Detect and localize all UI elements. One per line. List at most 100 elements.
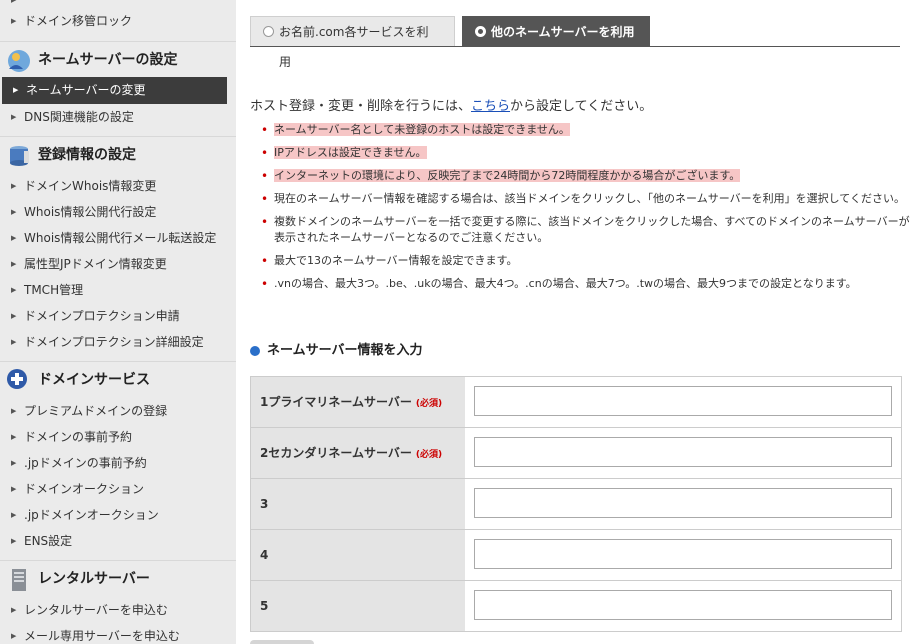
database-icon <box>10 146 29 166</box>
note-text: .vnの場合、最大3つ。.be、.ukの場合、最大4つ。.cnの場合、最大7つ。… <box>274 277 857 290</box>
sidebar-item-mail-server-apply[interactable]: ▶ メール専用サーバーを申込む <box>0 623 236 644</box>
sidebar-item-label: レンタルサーバーを申込む <box>24 603 168 617</box>
main-content: お名前.com各サービスを利用 他のネームサーバーを利用 ホスト登録・変更・削除… <box>236 0 922 644</box>
row-label-text: 1プライマリネームサーバー <box>260 395 412 409</box>
sidebar-item-whois-proxy[interactable]: ▶ Whois情報公開代行設定 <box>0 199 236 225</box>
radio-checked-icon[interactable] <box>475 26 486 37</box>
sidebar-item-preorder[interactable]: ▶ ドメインの事前予約 <box>0 424 236 450</box>
note-item: 現在のネームサーバー情報を確認する場合は、該当ドメインをクリックし、「他のネーム… <box>261 191 914 207</box>
row-label-text: 5 <box>260 599 269 613</box>
sidebar-item-jp-info[interactable]: ▶ 属性型JPドメイン情報変更 <box>0 251 236 277</box>
user-globe-icon <box>8 50 30 72</box>
arrow-right-icon: ▶ <box>11 459 17 467</box>
sidebar: ▶ ▶ ドメイン移管ロック ネームサーバーの設定 ▶ ネームサーバーの変更 ▶ … <box>0 0 236 644</box>
sidebar-item-jp-auction[interactable]: ▶ .jpドメインオークション <box>0 502 236 528</box>
host-settings-link[interactable]: こちら <box>471 99 510 114</box>
row-label: 1プライマリネームサーバー (必須) <box>251 377 465 427</box>
arrow-right-icon: ▶ <box>11 485 17 493</box>
required-badge: (必須) <box>415 450 443 460</box>
sidebar-section-registration: 登録情報の設定 <box>0 136 236 172</box>
table-row: 4 <box>251 530 901 581</box>
nameserver-5-input[interactable] <box>474 590 892 620</box>
nameserver-2-input[interactable] <box>474 437 892 467</box>
sidebar-section-title: ドメインサービス <box>38 372 150 388</box>
nameserver-4-input[interactable] <box>474 539 892 569</box>
intro-after: から設定してください。 <box>510 99 653 114</box>
arrow-right-icon: ▶ <box>11 537 17 545</box>
sidebar-item-jp-preorder[interactable]: ▶ .jpドメインの事前予約 <box>0 450 236 476</box>
sidebar-item-label: ドメインの事前予約 <box>24 430 133 444</box>
sidebar-item-protection-apply[interactable]: ▶ ドメインプロテクション申請 <box>0 303 236 329</box>
table-row: 1プライマリネームサーバー (必須) <box>251 377 901 428</box>
sidebar-section-title: 登録情報の設定 <box>38 147 136 163</box>
sidebar-item-dns[interactable]: ▶ DNS関連機能の設定 <box>0 104 236 130</box>
intro-text: ホスト登録・変更・削除を行うには、こちらから設定してください。 <box>250 95 652 114</box>
sidebar-item-ens[interactable]: ▶ ENS設定 <box>0 528 236 554</box>
plus-circle-icon <box>7 369 27 389</box>
note-text: 現在のネームサーバー情報を確認する場合は、該当ドメインをクリックし、「他のネーム… <box>274 192 905 205</box>
sidebar-section-title: レンタルサーバー <box>38 571 150 587</box>
nameserver-3-input[interactable] <box>474 488 892 518</box>
arrow-right-icon: ▶ <box>11 208 17 216</box>
row-label: 3 <box>251 479 465 529</box>
arrow-right-icon: ▶ <box>11 234 17 242</box>
sidebar-item-label: Whois情報公開代行設定 <box>24 205 157 219</box>
section-title: ネームサーバー情報を入力 <box>250 342 422 360</box>
sidebar-item-label: ドメインオークション <box>24 482 145 496</box>
arrow-right-icon: ▶ <box>11 17 17 25</box>
sidebar-item-domain-lock[interactable]: ▶ ドメイン移管ロック <box>0 8 236 34</box>
sidebar-section-title: ネームサーバーの設定 <box>38 52 178 68</box>
arrow-right-icon: ▶ <box>11 511 17 519</box>
note-text: ネームサーバー名として未登録のホストは設定できません。 <box>274 123 570 136</box>
table-row: 5 <box>251 581 901 631</box>
bottom-button-partial[interactable] <box>250 640 314 644</box>
sidebar-item-label: ドメインプロテクション申請 <box>24 309 180 323</box>
arrow-right-icon: ▶ <box>11 606 17 614</box>
sidebar-item-label: ドメイン移管ロック <box>24 14 133 28</box>
sidebar-item-tmch[interactable]: ▶ TMCH管理 <box>0 277 236 303</box>
sidebar-item-label: ネームサーバーの変更 <box>26 83 146 97</box>
note-item: インターネットの環境により、反映完了まで24時間から72時間程度かかる場合がござ… <box>261 168 914 184</box>
note-item: 最大で13のネームサーバー情報を設定できます。 <box>261 253 914 269</box>
sidebar-item-label: .jpドメインの事前予約 <box>24 456 147 470</box>
sidebar-item-label: .jpドメインオークション <box>24 508 159 522</box>
sidebar-item-label: TMCH管理 <box>24 283 84 297</box>
radio-unchecked-icon[interactable] <box>263 26 274 37</box>
row-label: 4 <box>251 530 465 580</box>
row-label-text: 4 <box>260 548 269 562</box>
arrow-right-icon: ▶ <box>13 86 19 94</box>
tab-onamae-services[interactable]: お名前.com各サービスを利用 <box>250 16 455 69</box>
arrow-right-icon: ▶ <box>11 113 17 121</box>
arrow-right-icon: ▶ <box>11 433 17 441</box>
required-badge: (必須) <box>415 399 443 409</box>
note-item: IPアドレスは設定できません。 <box>261 145 914 161</box>
sidebar-item-label: 属性型JPドメイン情報変更 <box>24 257 167 271</box>
row-label: 2セカンダリネームサーバー (必須) <box>251 428 465 478</box>
sidebar-item-premium[interactable]: ▶ プレミアムドメインの登録 <box>0 398 236 424</box>
sidebar-item-whois-change[interactable]: ▶ ドメインWhois情報変更 <box>0 173 236 199</box>
sidebar-item-label: ドメインWhois情報変更 <box>24 179 157 193</box>
sidebar-item-label: ENS設定 <box>24 534 73 548</box>
table-row: 3 <box>251 479 901 530</box>
sidebar-item-label: ドメインプロテクション詳細設定 <box>24 335 204 349</box>
sidebar-section-nameserver: ネームサーバーの設定 <box>0 41 236 77</box>
sidebar-item-auction[interactable]: ▶ ドメインオークション <box>0 476 236 502</box>
arrow-right-icon: ▶ <box>11 632 17 640</box>
arrow-right-icon: ▶ <box>11 182 17 190</box>
note-text: 最大で13のネームサーバー情報を設定できます。 <box>274 254 518 267</box>
server-icon <box>12 569 26 591</box>
sidebar-item-whois-mail-forward[interactable]: ▶ Whois情報公開代行メール転送設定 <box>0 225 236 251</box>
sidebar-item-rental-apply[interactable]: ▶ レンタルサーバーを申込む <box>0 597 236 623</box>
sidebar-item-change-nameserver[interactable]: ▶ ネームサーバーの変更 <box>2 77 227 104</box>
arrow-right-icon: ▶ <box>11 286 17 294</box>
tab-label: 他のネームサーバーを利用 <box>491 25 635 39</box>
notes-list: ネームサーバー名として未登録のホストは設定できません。 IPアドレスは設定できま… <box>261 122 914 299</box>
nameserver-1-input[interactable] <box>474 386 892 416</box>
nameserver-table: 1プライマリネームサーバー (必須) 2セカンダリネームサーバー (必須) 3 4 … <box>250 376 902 632</box>
tab-label: お名前.com各サービスを利用 <box>279 25 429 69</box>
note-text: インターネットの環境により、反映完了まで24時間から72時間程度かかる場合がござ… <box>274 169 741 182</box>
arrow-right-icon: ▶ <box>11 312 17 320</box>
note-text: IPアドレスは設定できません。 <box>274 146 427 159</box>
tab-other-nameserver[interactable]: 他のネームサーバーを利用 <box>462 16 650 46</box>
sidebar-item-protection-detail[interactable]: ▶ ドメインプロテクション詳細設定 <box>0 329 236 355</box>
